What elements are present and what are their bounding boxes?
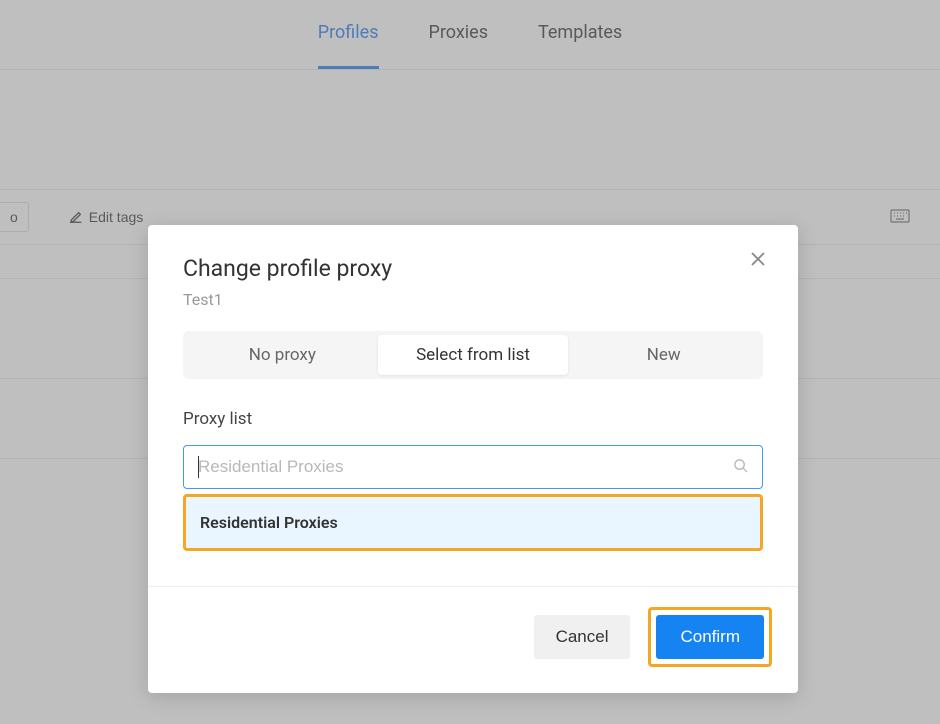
segment-new[interactable]: New [568,335,759,375]
proxy-mode-segments: No proxy Select from list New [183,331,763,379]
text-cursor [198,456,199,478]
close-icon [750,251,766,267]
proxy-search-input[interactable] [198,457,733,477]
modal-title: Change profile proxy [183,255,763,282]
proxy-search-wrapper[interactable] [183,445,763,489]
proxy-dropdown-option[interactable]: Residential Proxies [183,494,763,551]
proxy-list-label: Proxy list [183,409,763,429]
segment-no-proxy[interactable]: No proxy [187,335,378,375]
change-proxy-modal: Change profile proxy Test1 No proxy Sele… [148,225,798,693]
modal-subtitle: Test1 [183,290,763,309]
segment-select-from-list[interactable]: Select from list [378,335,569,375]
confirm-highlight: Confirm [648,607,772,667]
confirm-button[interactable]: Confirm [656,615,764,659]
search-icon [733,458,748,477]
close-button[interactable] [746,247,770,271]
cancel-button[interactable]: Cancel [534,615,631,659]
